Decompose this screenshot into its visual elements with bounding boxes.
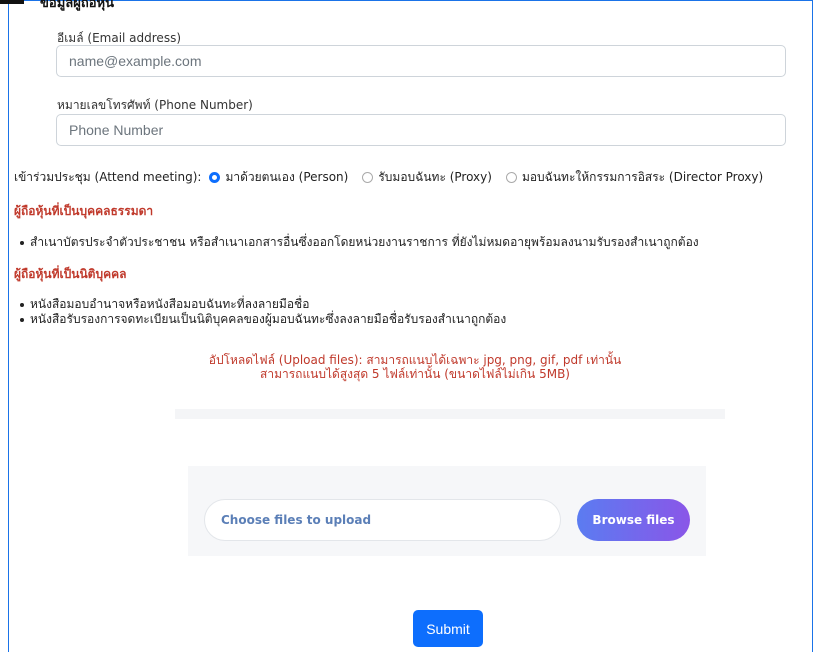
radio-button-director-proxy[interactable] bbox=[505, 172, 517, 183]
juristic-person-heading: ผู้ถือหุ้นที่เป็นนิติบุคคล bbox=[14, 267, 127, 281]
email-field[interactable] bbox=[56, 45, 786, 77]
radio-label-person[interactable]: มาด้วยตนเอง (Person) bbox=[225, 168, 348, 187]
upload-note: อัปโหลดไฟล์ (Upload files): สามารถแนบได้… bbox=[150, 353, 680, 381]
radio-button-proxy[interactable] bbox=[362, 172, 374, 183]
attend-meeting-label: เข้าร่วมประชุม (Attend meeting): bbox=[14, 170, 202, 184]
list-item: สำเนาบัตรประจำตัวประชาชน หรือสำเนาเอกสาร… bbox=[14, 235, 699, 250]
submit-button[interactable]: Submit bbox=[413, 610, 483, 647]
choose-files-box[interactable]: Choose files to upload bbox=[204, 499, 561, 541]
radio-option-director-proxy[interactable]: มอบฉันทะให้กรรมการอิสระ (Director Proxy) bbox=[505, 168, 763, 187]
frame-right-border bbox=[812, 0, 813, 652]
radio-label-proxy[interactable]: รับมอบฉันทะ (Proxy) bbox=[378, 168, 492, 187]
upload-panel: Choose files to upload Browse files bbox=[188, 466, 706, 556]
upload-note-line-2: สามารถแนบได้สูงสุด 5 ไฟล์เท่านั้น (ขนาดไ… bbox=[260, 367, 570, 381]
radio-option-person[interactable]: มาด้วยตนเอง (Person) bbox=[209, 168, 348, 187]
upload-note-line-1: อัปโหลดไฟล์ (Upload files): สามารถแนบได้… bbox=[208, 353, 622, 367]
divider-strip bbox=[175, 409, 725, 419]
frame-left-border bbox=[8, 0, 9, 652]
radio-option-proxy[interactable]: รับมอบฉันทะ (Proxy) bbox=[362, 168, 492, 187]
juristic-person-list: หนังสือมอบอำนาจหรือหนังสือมอบฉันทะที่ลงล… bbox=[14, 297, 506, 327]
frame-top-border bbox=[8, 0, 813, 1]
header-bar bbox=[0, 0, 24, 4]
list-item: หนังสือมอบอำนาจหรือหนังสือมอบฉันทะที่ลงล… bbox=[14, 297, 506, 312]
browse-files-button[interactable]: Browse files bbox=[577, 499, 690, 541]
phone-field[interactable] bbox=[56, 114, 786, 146]
phone-label: หมายเลขโทรศัพท์ (Phone Number) bbox=[57, 98, 253, 112]
natural-person-list: สำเนาบัตรประจำตัวประชาชน หรือสำเนาเอกสาร… bbox=[14, 235, 699, 250]
attend-meeting-group: เข้าร่วมประชุม (Attend meeting): มาด้วยต… bbox=[14, 168, 763, 187]
list-item: หนังสือรับรองการจดทะเบียนเป็นนิติบุคคลขอ… bbox=[14, 312, 506, 327]
header-partial-text: ข้อมูลผู้ถือหุ้น bbox=[40, 0, 114, 11]
natural-person-heading: ผู้ถือหุ้นที่เป็นบุคคลธรรมดา bbox=[14, 204, 154, 218]
radio-label-director-proxy[interactable]: มอบฉันทะให้กรรมการอิสระ (Director Proxy) bbox=[522, 168, 763, 187]
radio-button-person[interactable] bbox=[209, 172, 221, 183]
